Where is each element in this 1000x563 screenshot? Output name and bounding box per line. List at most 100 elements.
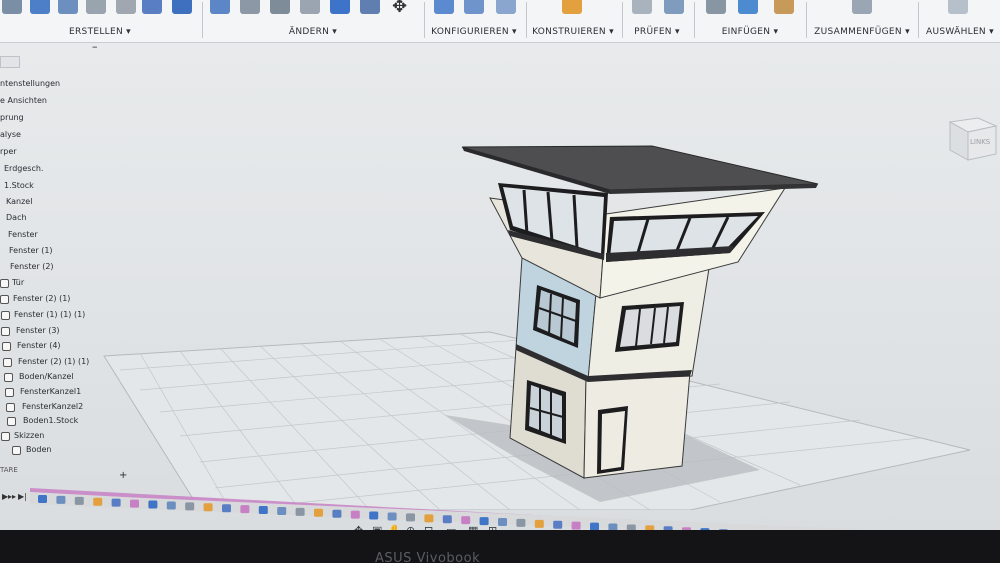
timeline-feature[interactable] xyxy=(479,517,489,526)
browser-item[interactable]: Erdgesch. xyxy=(4,164,43,173)
visibility-icon[interactable] xyxy=(5,388,14,397)
browser-item[interactable]: Boden1.Stock xyxy=(23,416,78,425)
timeline-feature[interactable] xyxy=(332,509,342,518)
timeline-end-button[interactable]: ▶| xyxy=(18,492,27,501)
timeline-feature[interactable] xyxy=(534,519,544,528)
combine-bodies-icon[interactable] xyxy=(330,0,350,14)
mcmaster-icon[interactable] xyxy=(774,0,794,14)
fillet-icon[interactable] xyxy=(240,0,260,14)
timeline-track[interactable] xyxy=(0,488,1000,547)
browser-item[interactable]: Fenster (1) xyxy=(9,246,53,255)
sweep-icon[interactable] xyxy=(86,0,106,14)
canvas-icon[interactable] xyxy=(738,0,758,14)
combine-icon[interactable] xyxy=(172,0,192,14)
timeline-feature[interactable] xyxy=(590,522,599,531)
visibility-icon[interactable] xyxy=(0,295,9,304)
visibility-icon[interactable] xyxy=(1,311,10,320)
plane-icon[interactable] xyxy=(562,0,582,14)
configure-icon[interactable] xyxy=(496,0,516,14)
browser-item[interactable]: Boden xyxy=(26,445,51,454)
visibility-icon[interactable] xyxy=(6,403,15,412)
chamfer-icon[interactable] xyxy=(270,0,290,14)
parameters-icon[interactable] xyxy=(434,0,454,14)
timeline-feature[interactable] xyxy=(553,520,563,529)
3d-viewport[interactable]: LINKS ✥ ▣ ✋ ⊕ ⊡ ▭ ▦ ⊞ xyxy=(0,40,1000,537)
timeline-feature[interactable] xyxy=(387,512,397,521)
visibility-icon[interactable] xyxy=(4,373,13,382)
browser-item[interactable]: Fenster (2) (1) (1) xyxy=(18,357,89,366)
timeline-feature[interactable] xyxy=(461,516,471,525)
browser-item[interactable]: Tür xyxy=(12,278,24,287)
browser-add-button[interactable]: + xyxy=(119,470,127,481)
browser-item[interactable]: Fenster (4) xyxy=(17,341,61,350)
loft-icon[interactable] xyxy=(116,0,136,14)
timeline-feature[interactable] xyxy=(74,496,84,505)
timeline-feature[interactable] xyxy=(240,505,250,514)
browser-item[interactable]: Fenster (2) xyxy=(10,262,54,271)
section-analysis-icon[interactable] xyxy=(664,0,684,14)
timeline[interactable]: ▶ ▸▸ ▶| ⚙ xyxy=(0,488,1000,556)
toolbar-group-pruefen[interactable]: PRÜFEN ▾ xyxy=(624,0,690,42)
timeline-feature[interactable] xyxy=(277,506,287,515)
toolbar-group-einfuegen[interactable]: EINFÜGEN ▾ xyxy=(696,0,804,42)
browser-item[interactable]: Fenster (1) (1) (1) xyxy=(14,310,85,319)
browser-item[interactable]: Fenster (2) (1) xyxy=(13,294,70,303)
timeline-feature[interactable] xyxy=(166,501,176,510)
joint-icon[interactable] xyxy=(852,0,872,14)
visibility-icon[interactable] xyxy=(1,327,10,336)
browser-item[interactable]: Kanzel xyxy=(6,197,32,206)
timeline-feature[interactable] xyxy=(314,508,323,517)
toolbar-group-aendern[interactable]: ✥ ÄNDERN ▾ xyxy=(204,0,422,42)
browser-item[interactable]: prung xyxy=(0,113,24,122)
move-icon[interactable]: ✥ xyxy=(392,0,412,17)
timeline-feature[interactable] xyxy=(93,497,103,506)
viewcube[interactable]: LINKS xyxy=(944,114,1000,168)
table-icon[interactable] xyxy=(464,0,484,14)
browser-item[interactable]: 1.Stock xyxy=(4,181,34,190)
timeline-feature[interactable] xyxy=(56,495,66,504)
offset-face-icon[interactable] xyxy=(360,0,380,14)
browser-toggle-button[interactable] xyxy=(0,56,20,68)
browser-collapse-button[interactable]: – xyxy=(92,40,98,53)
timeline-feature[interactable] xyxy=(498,518,507,526)
visibility-icon[interactable] xyxy=(2,342,11,351)
insert-derive-icon[interactable] xyxy=(706,0,726,14)
timeline-feature[interactable] xyxy=(203,503,213,512)
browser-item[interactable]: FensterKanzel1 xyxy=(20,387,81,396)
visibility-icon[interactable] xyxy=(1,432,10,441)
revolve-icon[interactable] xyxy=(58,0,78,14)
timeline-feature[interactable] xyxy=(571,521,581,530)
timeline-feature[interactable] xyxy=(424,514,434,523)
browser-item[interactable]: alyse xyxy=(0,130,21,139)
timeline-feature[interactable] xyxy=(222,504,231,513)
browser-item[interactable]: Fenster xyxy=(8,230,38,239)
box-icon[interactable] xyxy=(142,0,162,14)
toolbar-group-auswaehlen[interactable]: AUSWÄHLEN ▾ xyxy=(920,0,1000,42)
select-icon[interactable] xyxy=(948,0,968,14)
timeline-feature[interactable] xyxy=(369,511,379,520)
browser-item[interactable]: Boden/Kanzel xyxy=(19,372,74,381)
press-pull-icon[interactable] xyxy=(210,0,230,14)
visibility-icon[interactable] xyxy=(0,279,9,288)
toolbar-group-zusammenfuegen[interactable]: ZUSAMMENFÜGEN ▾ xyxy=(808,0,916,42)
timeline-feature[interactable] xyxy=(38,495,47,503)
toolbar-group-erstellen[interactable]: ERSTELLEN ▾ xyxy=(0,0,200,42)
timeline-feature[interactable] xyxy=(295,507,305,516)
toolbar-group-konfigurieren[interactable]: KONFIGURIEREN ▾ xyxy=(426,0,522,42)
visibility-icon[interactable] xyxy=(12,446,21,455)
timeline-step-button[interactable]: ▸▸ xyxy=(8,492,16,501)
timeline-feature[interactable] xyxy=(406,513,415,522)
browser-item[interactable]: rper xyxy=(0,147,17,156)
timeline-feature[interactable] xyxy=(130,499,139,508)
timeline-feature[interactable] xyxy=(111,498,121,507)
browser-item[interactable]: ntenstellungen xyxy=(0,79,60,88)
shell-icon[interactable] xyxy=(300,0,320,14)
create-sketch-icon[interactable] xyxy=(2,0,22,14)
visibility-icon[interactable] xyxy=(3,358,12,367)
toolbar-group-konstruieren[interactable]: KONSTRUIEREN ▾ xyxy=(528,0,618,42)
timeline-feature[interactable] xyxy=(185,502,195,511)
browser-item[interactable]: Fenster (3) xyxy=(16,326,60,335)
visibility-icon[interactable] xyxy=(7,417,16,426)
browser-item[interactable]: FensterKanzel2 xyxy=(22,402,83,411)
timeline-feature[interactable] xyxy=(148,500,158,509)
